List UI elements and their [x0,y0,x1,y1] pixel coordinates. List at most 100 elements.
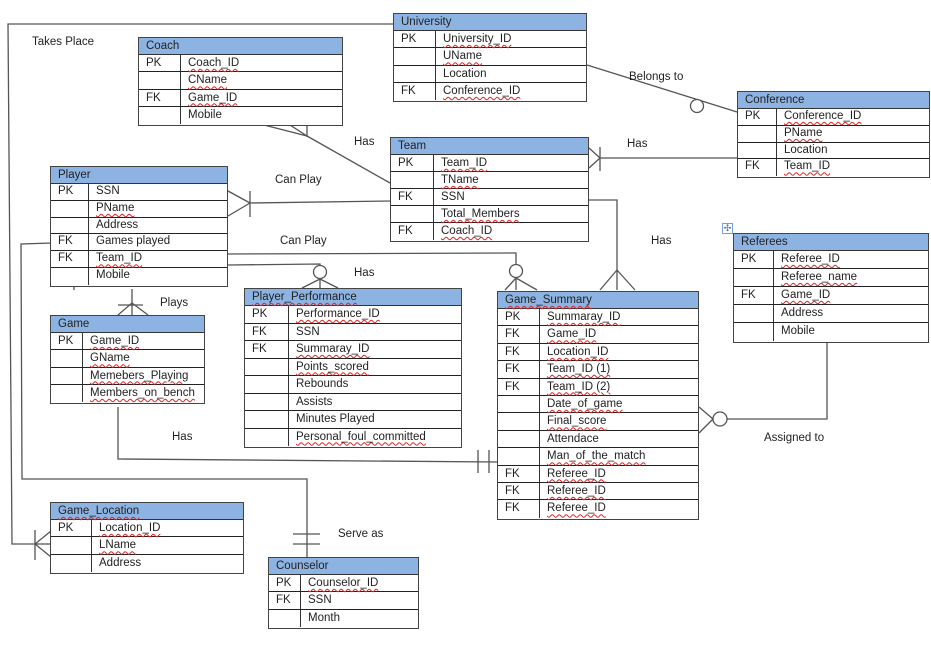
crows-foot-game-location [34,530,52,560]
key-cell [394,65,436,82]
table-row: PK Performance_ID [245,306,461,324]
table-title: Game_Summary [498,292,698,309]
table-row: TName [391,172,588,189]
field-cell: Man_of_the_match [547,450,646,463]
table-row: FK SSN [269,592,418,610]
field-cell: Referee_name [781,271,858,283]
key-cell: PK [391,155,434,171]
table-row: Mobile [51,268,227,285]
table-row: PK Team_ID [391,155,588,172]
key-cell: PK [498,309,540,326]
table-row: UName [394,48,586,66]
label-player-counselor: Serve as [338,528,384,540]
table-player[interactable]: Player PK SSN PName Address FK Games played FK T… [50,166,228,287]
table-row: FK Summaray_ID [245,341,461,359]
table-counselor[interactable]: Counselor PK Counselor_ID FK SSN Month [268,557,419,629]
field-cell: Summaray_ID [547,311,621,323]
table-row: PK Counselor_ID [269,575,418,593]
table-row: PK Game_ID [51,333,204,351]
table-referees[interactable]: Referees PK Referee_ID Referee_name FK Game_I… [733,233,929,343]
table-title: Counselor [269,558,418,575]
key-cell: PK [269,575,301,592]
zero-marker-performance [312,264,328,280]
field-cell: Location_ID [547,345,609,358]
table-game-location[interactable]: Game_Location PK Location_ID LName Address [50,502,244,574]
key-cell [269,609,301,627]
table-row: CName [139,72,342,90]
key-cell: FK [391,223,434,240]
key-cell [245,411,289,428]
table-game[interactable]: Game PK Game_ID GName Memebers_Playing Member… [50,315,205,404]
key-cell: FK [498,465,540,483]
field-cell: SSN [296,325,320,338]
table-row: Month [269,609,418,627]
key-cell: PK [245,306,289,323]
table-team[interactable]: Team PK Team_ID TName FK SSN Total_Members FK Co… [390,137,589,242]
field-cell: Games played [96,235,171,248]
field-cell: Total_Members [441,208,520,220]
table-row: Total_Members [391,206,588,223]
table-university[interactable]: University PK University_ID UName Location FK… [393,13,587,102]
key-cell [245,428,289,446]
table-row: Location [738,142,929,160]
label-player-game: Plays [160,297,189,309]
table-row: PK Conference_ID [738,109,929,126]
field-cell: Summaray_ID [296,343,370,355]
crows-foot-team-conference [588,147,601,171]
table-row: PK Summaray_ID [498,309,698,327]
table-title: Coach [139,38,342,55]
table-row: Final_score [498,413,698,431]
key-cell: FK [51,234,89,251]
table-coach[interactable]: Coach PK Coach_ID CName FK Game_ID Mobile [138,37,343,126]
table-row: FK Referee_ID [498,483,698,501]
field-cell: Assists [296,395,333,408]
label-university-conference: Belongs to [629,71,684,83]
field-cell: Month [308,611,340,624]
table-row: PK University_ID [394,31,586,49]
table-row: PK Coach_ID [139,55,342,73]
table-player-performance[interactable]: Player_Performance PK Performance_ID FK SSN F… [244,288,462,448]
key-cell: FK [498,361,540,378]
key-cell [734,305,774,322]
table-conference[interactable]: Conference PK Conference_ID PName Location FK… [737,91,930,178]
table-row: Mobile [734,323,928,341]
key-cell [51,350,83,367]
field-cell: SSN [308,594,332,607]
key-cell [51,200,89,217]
table-row: FK SSN [391,189,588,206]
key-cell: FK [51,251,89,268]
field-cell: TName [441,174,479,186]
player-performance-line [227,263,321,266]
field-cell: Referee_ID [781,253,840,265]
table-row: FK Games played [51,234,227,252]
table-row: Assists [245,393,461,411]
table-row: PK SSN [51,184,227,201]
key-cell [391,172,434,188]
key-cell: FK [734,287,774,304]
key-cell [51,367,83,384]
field-cell: Referee_ID [547,502,606,515]
field-cell: Mobile [188,108,222,121]
key-cell [391,206,434,222]
key-cell: FK [498,500,540,518]
crows-foot-coach [263,124,308,137]
field-cell: Rebounds [296,378,349,390]
table-game-summary[interactable]: Game_Summary PK Summaray_ID FK Game_ID FK Loca… [497,291,699,520]
table-title: Game [51,316,204,333]
table-row: FK Referee_ID [498,500,698,518]
label-team-summary: Has [651,235,672,247]
key-cell: FK [498,326,540,343]
key-cell: PK [51,520,92,537]
table-row: PK Location_ID [51,520,243,538]
key-cell: PK [139,55,181,72]
table-row: FK Conference_ID [394,82,586,100]
key-cell [139,106,181,124]
table-row: Address [51,554,243,572]
field-cell: Conference_ID [784,110,862,122]
field-cell: Team_ID (1) [547,363,611,376]
player-summary-line [227,252,517,264]
field-cell: Game_ID [188,91,238,104]
move-handle-icon[interactable]: ✣ [722,223,733,234]
field-cell: University_ID [443,33,512,45]
summary-referees-line [727,342,828,420]
